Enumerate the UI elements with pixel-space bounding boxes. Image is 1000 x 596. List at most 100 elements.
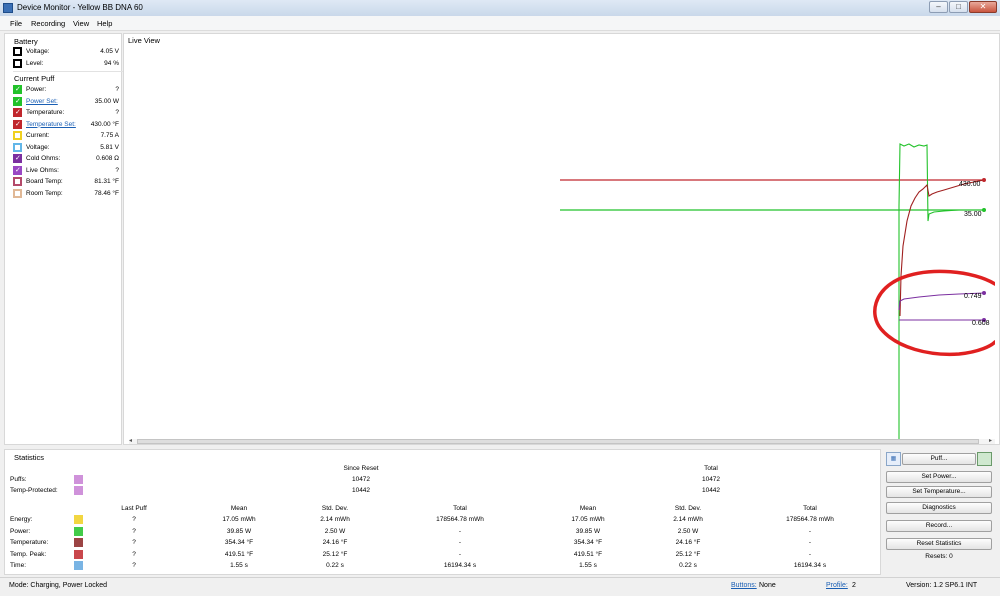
stat-cell: 16194.34 s xyxy=(443,562,477,569)
stat-cell: ? xyxy=(132,539,136,546)
puff-8-checkbox[interactable] xyxy=(13,177,22,186)
diagnostics-button[interactable]: Diagnostics xyxy=(886,502,992,514)
stat-cell: ? xyxy=(132,550,136,558)
stat-cell: 39.85 W xyxy=(575,527,601,535)
record-button[interactable]: Record... xyxy=(886,520,992,532)
series-end-marker xyxy=(982,291,986,295)
menu-file[interactable]: File xyxy=(10,19,22,28)
total-header: Total xyxy=(704,465,718,472)
stat-cell: ? xyxy=(132,562,136,569)
stat-cell: 1.55 s xyxy=(230,562,248,569)
puff-1-checkbox[interactable] xyxy=(13,96,22,106)
puff-3-label[interactable]: Temperature Set: xyxy=(26,121,76,128)
puff-0-row: Power:? xyxy=(13,84,123,95)
stat-row-swatch[interactable] xyxy=(74,526,83,536)
puff-7-label: Live Ohms: xyxy=(26,166,59,174)
puff-7-value: ? xyxy=(115,166,119,174)
maximize-icon[interactable]: □ xyxy=(949,1,968,13)
stat-row-swatch[interactable] xyxy=(74,561,83,570)
stat-top-label: Puffs: xyxy=(10,476,27,483)
puff-3-checkbox[interactable] xyxy=(13,119,22,129)
series-end-label: 0.608 xyxy=(972,320,990,327)
puff-8-label: Board Temp: xyxy=(26,178,63,185)
status-indicator xyxy=(977,452,992,466)
menu-view[interactable]: View xyxy=(73,19,89,28)
reset-statistics-button[interactable]: Reset Statistics xyxy=(886,538,992,550)
stat-cell: ? xyxy=(132,516,136,523)
stat-cell: 419.51 °F xyxy=(573,550,603,558)
stat-cell: 25.12 °F xyxy=(675,550,701,558)
mode-status: Mode: Charging, Power Locked xyxy=(9,582,108,589)
series-end-marker xyxy=(982,208,986,212)
live-view-heading: Live View xyxy=(128,36,160,45)
stat-column-header: Total xyxy=(453,505,467,512)
stat-cell: 16194.34 s xyxy=(793,562,827,569)
stat-cell: 17.05 mWh xyxy=(222,516,256,523)
puff-7-checkbox[interactable] xyxy=(13,165,22,175)
app-icon xyxy=(3,3,13,13)
statistics-panel: Statistics Since Reset Total Puffs: 10472… xyxy=(4,449,881,575)
stat-column-header: Total xyxy=(803,505,817,512)
puff-9-row: Room Temp: 78.46 °F xyxy=(13,188,123,199)
stat-row-swatch[interactable] xyxy=(74,549,83,559)
scroll-right-icon[interactable]: ▸ xyxy=(989,437,992,444)
divider xyxy=(13,71,123,72)
stat-cell: 419.51 °F xyxy=(224,550,254,558)
puff-4-label: Current: xyxy=(26,132,50,139)
scroll-left-icon[interactable]: ◂ xyxy=(129,437,132,444)
puff-4-value: 7.75 A xyxy=(100,132,119,139)
set-temperature-button[interactable]: Set Temperature... xyxy=(886,486,992,498)
stat-row-swatch[interactable] xyxy=(74,538,83,547)
profile-link[interactable]: Profile: xyxy=(826,582,848,589)
puff-6-checkbox[interactable] xyxy=(13,154,22,163)
scrollbar-thumb[interactable] xyxy=(137,439,979,444)
stat-cell: - xyxy=(458,550,462,558)
puff-9-label: Room Temp: xyxy=(26,189,63,197)
power-trace xyxy=(898,143,984,439)
puff-3-value: 430.00 °F xyxy=(90,120,119,128)
stat-cell: 17.05 mWh xyxy=(571,516,605,523)
puff-0-checkbox[interactable] xyxy=(13,85,22,94)
battery-1-checkbox[interactable] xyxy=(13,58,22,68)
puff-5-checkbox[interactable] xyxy=(13,142,22,152)
puff-6-label: Cold Ohms: xyxy=(26,155,61,162)
puff-2-checkbox[interactable] xyxy=(13,108,22,117)
stat-cell: 178564.78 mWh xyxy=(786,516,834,523)
stat-row-label: Temp. Peak: xyxy=(10,550,47,558)
stat-cell: ? xyxy=(132,527,136,535)
stat-top-swatch[interactable] xyxy=(74,486,83,495)
stat-cell: - xyxy=(458,527,462,535)
battery-0-checkbox[interactable] xyxy=(13,47,22,56)
stat-top-swatch[interactable] xyxy=(74,475,83,484)
stat-column-header: Std. Dev. xyxy=(321,505,349,512)
stat-cell: 1.55 s xyxy=(579,562,597,569)
puff-9-value: 78.46 °F xyxy=(94,189,119,197)
stat-row-swatch[interactable] xyxy=(74,515,83,524)
menu-help[interactable]: Help xyxy=(97,19,112,28)
minimize-icon[interactable]: – xyxy=(929,1,948,13)
menu-recording[interactable]: Recording xyxy=(31,19,65,28)
stat-cell: 2.14 mWh xyxy=(673,516,703,523)
chart-toggle-icon[interactable]: ▦ xyxy=(886,452,901,466)
set-power-button[interactable]: Set Power... xyxy=(886,471,992,483)
stat-cell: 178564.78 mWh xyxy=(436,516,484,523)
series-end-label: 35.00 xyxy=(964,211,982,218)
puff-button[interactable]: Puff... xyxy=(902,453,976,465)
stat-since-reset-value: 10472 xyxy=(351,476,371,483)
buttons-link[interactable]: Buttons: xyxy=(731,582,757,589)
puff-9-checkbox[interactable] xyxy=(13,188,22,198)
puff-2-value: ? xyxy=(115,109,119,116)
menu-bar: File Recording View Help xyxy=(0,16,1000,31)
live-view-panel: Live View 430.00 35.00 0.749 0.608 ◂ ▸ xyxy=(123,33,1000,445)
horizontal-scrollbar[interactable]: ◂ ▸ xyxy=(129,437,995,444)
puff-1-row: Power Set: 35.00 W xyxy=(13,96,123,107)
series-end-marker xyxy=(982,178,986,182)
stat-total-value: 10472 xyxy=(701,476,721,483)
close-icon[interactable]: ✕ xyxy=(969,1,997,13)
puff-0-label: Power: xyxy=(26,86,47,93)
puff-6-value: 0.608 Ω xyxy=(96,155,119,162)
puff-1-label[interactable]: Power Set: xyxy=(26,98,58,105)
puff-4-checkbox[interactable] xyxy=(13,131,22,140)
puff-7-row: Live Ohms:? xyxy=(13,165,123,176)
stat-cell: 24.16 °F xyxy=(675,539,701,546)
